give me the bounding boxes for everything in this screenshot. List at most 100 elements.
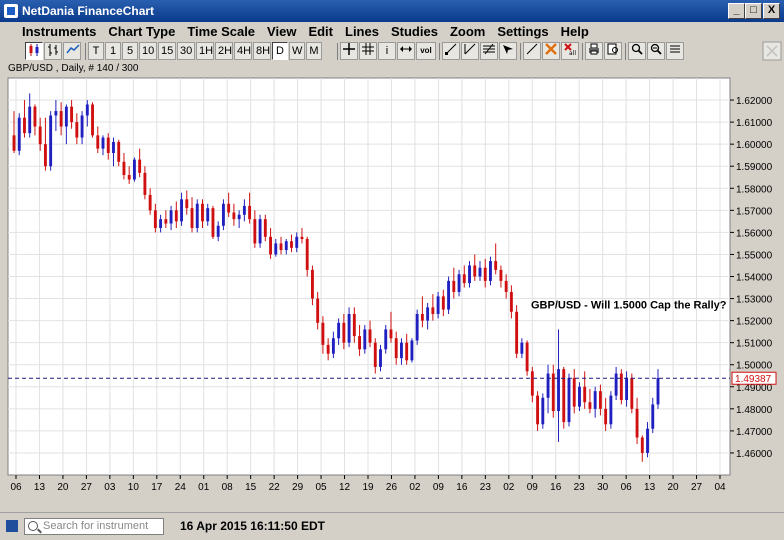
candle-body	[237, 214, 241, 220]
candlestick-chart-icon[interactable]	[25, 42, 43, 60]
candle-body	[572, 377, 576, 407]
period-button-15[interactable]: 15	[158, 42, 176, 60]
zoom-in-icon[interactable]	[628, 42, 646, 60]
line-chart-icon[interactable]	[63, 42, 81, 60]
candle-body	[578, 386, 581, 407]
candle-body	[525, 342, 529, 372]
candle-body	[70, 106, 74, 123]
menu-studies[interactable]: Studies	[385, 22, 444, 41]
scroll-right-icon[interactable]	[762, 41, 784, 61]
candle-body	[635, 408, 639, 438]
candle-body	[164, 219, 168, 224]
delete-all-icon[interactable]: all	[561, 42, 579, 60]
period-button-8h[interactable]: 8H	[253, 42, 271, 60]
candle-body	[138, 159, 142, 173]
period-button-1[interactable]: 1	[105, 42, 121, 60]
search-input[interactable]: Search for instrument	[24, 518, 164, 535]
candle-body	[12, 135, 16, 151]
x-tick-label: 19	[362, 482, 374, 493]
current-price-label: 1.49387	[735, 374, 772, 385]
menu-view[interactable]: View	[261, 22, 302, 41]
y-tick-label: 1.61000	[736, 118, 773, 129]
ray-line-icon[interactable]	[461, 42, 479, 60]
candle-body	[342, 322, 346, 343]
candle-body	[242, 205, 246, 215]
x-tick-label: 01	[198, 482, 210, 493]
candle-body	[169, 210, 173, 224]
candle-body	[96, 135, 100, 149]
candle-body	[562, 369, 566, 423]
period-button-5[interactable]: 5	[122, 42, 138, 60]
title-bar: NetDania FinanceChart _ □ X	[0, 0, 784, 22]
y-tick-label: 1.58000	[736, 184, 773, 195]
x-tick-label: 08	[222, 482, 234, 493]
candle-body	[216, 225, 220, 237]
candle-body	[132, 159, 136, 180]
period-button-10[interactable]: 10	[139, 42, 157, 60]
zoom-out-icon[interactable]	[647, 42, 665, 60]
arrow-tool-icon[interactable]	[499, 42, 517, 60]
candle-body	[290, 241, 293, 248]
channel-line-icon[interactable]	[480, 42, 498, 60]
delete-x-icon[interactable]	[542, 42, 560, 60]
candle-body	[122, 161, 126, 176]
print-icon[interactable]	[585, 42, 603, 60]
x-tick-label: 13	[644, 482, 656, 493]
menu-time-scale[interactable]: Time Scale	[181, 22, 261, 41]
candle-body	[59, 111, 63, 127]
crosshair-icon[interactable]	[340, 42, 358, 60]
x-tick-label: 16	[456, 482, 468, 493]
menu-lines[interactable]: Lines	[339, 22, 385, 41]
info-icon[interactable]: i	[378, 42, 396, 60]
menu-instruments[interactable]: Instruments	[16, 22, 102, 41]
search-icon	[28, 521, 38, 531]
menu-chart-type[interactable]: Chart Type	[102, 22, 181, 41]
candle-body	[127, 175, 131, 180]
candle-body	[253, 219, 257, 244]
period-button-w[interactable]: W	[289, 42, 305, 60]
bar-chart-icon[interactable]	[44, 42, 62, 60]
candle-body	[316, 298, 320, 323]
period-button-1h[interactable]: 1H	[196, 42, 214, 60]
volume-icon[interactable]: vol	[416, 42, 436, 60]
x-tick-label: 16	[550, 482, 562, 493]
candle-body	[23, 117, 26, 134]
zoom-reset-icon[interactable]	[666, 42, 684, 60]
candle-body	[43, 144, 47, 167]
grid-icon[interactable]	[359, 42, 377, 60]
candle-body	[248, 205, 252, 220]
candle-body	[284, 241, 288, 251]
period-button-t[interactable]: T	[88, 42, 104, 60]
print-preview-icon[interactable]	[604, 42, 622, 60]
trendline-icon[interactable]	[442, 42, 460, 60]
menu-zoom[interactable]: Zoom	[444, 22, 491, 41]
scroll-arrows-icon[interactable]	[397, 42, 415, 60]
window-title: NetDania FinanceChart	[22, 4, 155, 18]
candle-body	[473, 265, 477, 277]
candle-body	[300, 236, 304, 240]
menu-edit[interactable]: Edit	[302, 22, 339, 41]
candle-body	[515, 311, 519, 354]
period-button-2h[interactable]: 2H	[215, 42, 233, 60]
period-button-d[interactable]: D	[272, 42, 288, 60]
close-button[interactable]: X	[763, 3, 780, 19]
candle-body	[410, 340, 414, 361]
menu-help[interactable]: Help	[555, 22, 595, 41]
candle-body	[232, 212, 236, 220]
draw-line-icon[interactable]	[523, 42, 541, 60]
minimize-button[interactable]: _	[728, 3, 745, 19]
candle-body	[49, 115, 53, 167]
candle-body	[148, 194, 152, 211]
x-tick-label: 13	[34, 482, 46, 493]
x-tick-label: 17	[151, 482, 163, 493]
menu-settings[interactable]: Settings	[491, 22, 554, 41]
candle-body	[54, 111, 58, 116]
period-button-30[interactable]: 30	[177, 42, 195, 60]
period-button-4h[interactable]: 4H	[234, 42, 252, 60]
y-tick-label: 1.55000	[736, 250, 773, 261]
restore-button[interactable]: □	[745, 3, 762, 19]
period-button-m[interactable]: M	[306, 42, 322, 60]
price-chart[interactable]: 1.62000 1.61000 1.60000 1.59000 1.58000 1.570…	[0, 75, 784, 495]
candle-body	[483, 267, 487, 281]
candle-body	[557, 369, 560, 412]
